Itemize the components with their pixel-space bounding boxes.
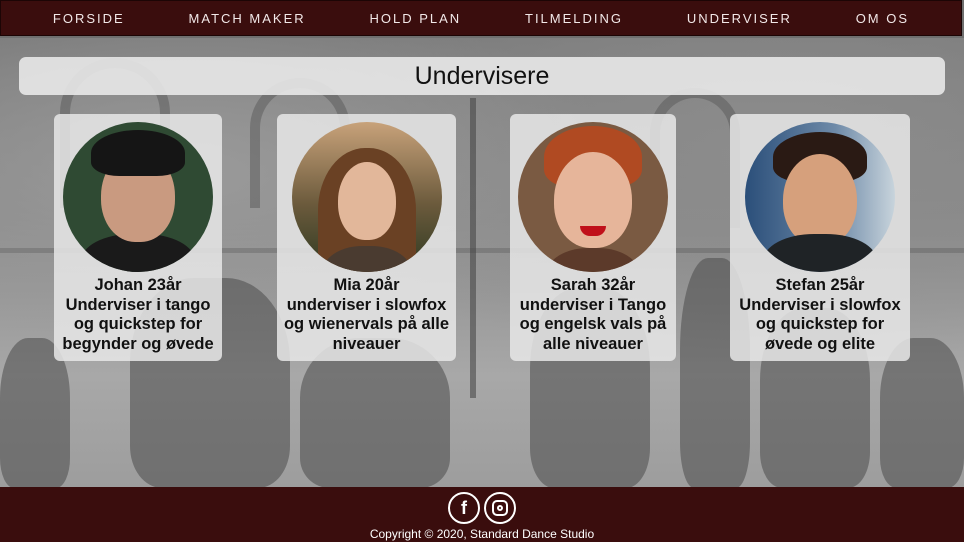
top-navigation: FORSIDE MATCH MAKER HOLD PLAN TILMELDING… [0, 0, 962, 36]
nav-underviser[interactable]: UNDERVISER [687, 11, 792, 26]
facebook-icon[interactable]: f [448, 492, 480, 524]
nav-match-maker[interactable]: MATCH MAKER [189, 11, 306, 26]
avatar [518, 122, 668, 272]
instructor-caption: Johan 23år Underviser i tango og quickst… [54, 276, 222, 354]
avatar [291, 122, 442, 272]
instructor-description: underviser i slowfox og wienervals på al… [283, 295, 450, 353]
nav-forside[interactable]: FORSIDE [53, 11, 125, 26]
page-title: Undervisere [414, 61, 550, 90]
avatar [745, 122, 895, 272]
instructor-name: Stefan 25år [775, 276, 865, 294]
instructor-name: Mia 20år [333, 276, 400, 294]
instructor-card-stefan[interactable]: Stefan 25år Underviser i slowfox og quic… [730, 114, 910, 361]
avatar [63, 122, 213, 272]
instructor-caption: Stefan 25år Underviser i slowfox og quic… [730, 276, 910, 354]
instructor-card-johan[interactable]: Johan 23år Underviser i tango og quickst… [54, 114, 222, 361]
footer: f Copyright © 2020, Standard Dance Studi… [0, 487, 964, 542]
instructor-name: Johan 23år [94, 276, 182, 294]
social-links: f [0, 487, 964, 524]
instructor-description: Underviser i slowfox og quickstep for øv… [739, 295, 901, 353]
copyright-text: Copyright © 2020, Standard Dance Studio [369, 527, 595, 541]
instagram-icon[interactable] [484, 492, 516, 524]
instructor-caption: Sarah 32år underviser i Tango og engelsk… [510, 276, 676, 354]
instructor-card-sarah[interactable]: Sarah 32år underviser i Tango og engelsk… [510, 114, 676, 361]
page-title-bar: Undervisere [19, 57, 945, 95]
instructor-description: underviser i Tango og engelsk vals på al… [519, 295, 667, 353]
nav-hold-plan[interactable]: HOLD PLAN [369, 11, 461, 26]
instructor-description: Underviser i tango og quickstep for begy… [62, 295, 214, 353]
nav-tilmelding[interactable]: TILMELDING [525, 11, 623, 26]
instructor-name: Sarah 32år [550, 276, 636, 294]
instructor-card-mia[interactable]: Mia 20år underviser i slowfox og wienerv… [277, 114, 456, 361]
instructor-caption: Mia 20år underviser i slowfox og wienerv… [277, 276, 456, 354]
nav-om-os[interactable]: OM OS [856, 11, 909, 26]
